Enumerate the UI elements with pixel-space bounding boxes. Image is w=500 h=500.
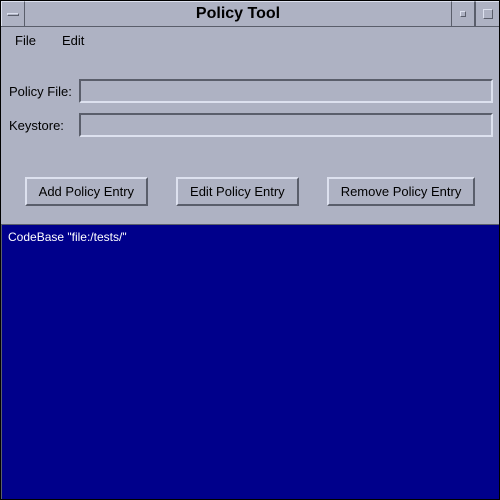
policy-file-label: Policy File: <box>7 84 79 99</box>
window-menu-button[interactable] <box>1 1 25 26</box>
policy-file-row: Policy File: <box>7 79 493 103</box>
form-area: Policy File: Keystore: <box>1 53 499 153</box>
minimize-button[interactable] <box>451 1 475 26</box>
keystore-row: Keystore: <box>7 113 493 137</box>
policy-entry-list[interactable]: CodeBase "file:/tests/" <box>1 224 499 499</box>
button-row: Add Policy Entry Edit Policy Entry Remov… <box>1 153 499 224</box>
maximize-button[interactable] <box>475 1 499 26</box>
list-item[interactable]: CodeBase "file:/tests/" <box>8 229 493 245</box>
remove-policy-entry-button[interactable]: Remove Policy Entry <box>327 177 476 206</box>
titlebar: Policy Tool <box>1 1 499 27</box>
content-area: Policy File: Keystore: Add Policy Entry … <box>1 53 499 499</box>
minimize-icon <box>460 11 466 17</box>
keystore-label: Keystore: <box>7 118 79 133</box>
window-menu-icon <box>7 13 19 16</box>
menu-file[interactable]: File <box>9 31 42 50</box>
menu-edit[interactable]: Edit <box>56 31 90 50</box>
add-policy-entry-button[interactable]: Add Policy Entry <box>25 177 148 206</box>
policy-file-input[interactable] <box>79 79 493 103</box>
menubar: File Edit <box>1 27 499 53</box>
maximize-icon <box>483 9 493 19</box>
edit-policy-entry-button[interactable]: Edit Policy Entry <box>176 177 299 206</box>
keystore-input[interactable] <box>79 113 493 137</box>
window-title: Policy Tool <box>25 1 451 26</box>
policy-tool-window: Policy Tool File Edit Policy File: Keyst… <box>0 0 500 500</box>
